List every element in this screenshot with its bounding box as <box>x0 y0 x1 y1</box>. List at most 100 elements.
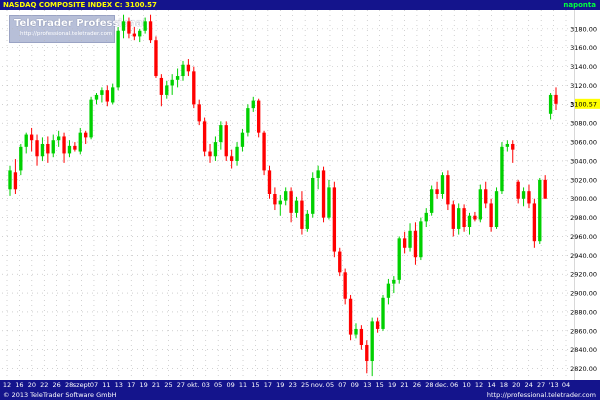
x-tick-label: 21 <box>400 381 408 389</box>
candle-body <box>121 21 126 31</box>
x-tick-label: 20 <box>28 381 36 389</box>
candle-body <box>89 99 93 138</box>
candle-body <box>327 187 331 218</box>
x-tick-label: 17 <box>264 381 272 389</box>
candle-body <box>159 77 164 95</box>
y-tick-label: 3020.00 <box>570 176 597 184</box>
x-tick-label: dec. <box>435 381 449 389</box>
candle-body <box>408 230 412 248</box>
candle-body <box>127 21 131 34</box>
candle-body <box>381 297 385 329</box>
candle-body <box>246 108 250 133</box>
y-tick-label: 2960.00 <box>570 233 597 241</box>
candle-body <box>143 21 147 31</box>
x-tick-label: okt. <box>187 381 199 389</box>
candle-body <box>338 251 342 273</box>
candle-body <box>273 194 277 205</box>
candle-body <box>278 200 282 205</box>
candle-body <box>300 200 304 229</box>
candle-body <box>40 143 45 157</box>
x-tick-label: 07 <box>338 381 346 389</box>
candle-body <box>78 132 82 152</box>
candle-body <box>365 344 369 362</box>
y-tick-label: 2980.00 <box>570 214 597 222</box>
y-tick-label: 3140.00 <box>570 63 597 71</box>
candle-body <box>489 203 493 228</box>
candle-body <box>392 279 396 284</box>
x-tick-label: 15 <box>376 381 384 389</box>
candle-body <box>29 134 34 141</box>
x-tick-label: szept <box>73 381 91 389</box>
candle-body <box>370 321 374 362</box>
x-tick-label: 24 <box>525 381 533 389</box>
x-tick-label: 16 <box>15 381 23 389</box>
candle-body <box>154 40 158 77</box>
x-tick-label: 12 <box>475 381 483 389</box>
candle-body <box>84 132 88 138</box>
candle-body <box>440 175 445 194</box>
candle-body <box>332 187 337 252</box>
candle-body <box>386 283 391 298</box>
candle-body <box>484 189 488 204</box>
x-tick-label: 23 <box>289 381 297 389</box>
y-tick-label: 2860.00 <box>570 327 597 335</box>
candle-body <box>181 64 185 77</box>
candle-body <box>19 146 23 171</box>
y-tick-label: 3120.00 <box>570 82 597 90</box>
candle-body <box>348 298 353 335</box>
candle-body <box>305 213 310 229</box>
x-tick-label: 11 <box>239 381 247 389</box>
y-tick-label: 3000.00 <box>570 195 597 203</box>
x-tick-label: 03 <box>202 381 210 389</box>
x-tick-label: 09 <box>351 381 359 389</box>
candle-body <box>175 76 180 80</box>
y-tick-label: 2820.00 <box>570 365 597 373</box>
candle-body <box>548 94 553 114</box>
x-tick-label: 15 <box>251 381 259 389</box>
candle-body <box>457 208 461 229</box>
candle-body <box>521 191 526 199</box>
x-tick-label: 05 <box>214 381 222 389</box>
candle-body <box>500 146 504 192</box>
x-tick-label: 27 <box>537 381 545 389</box>
x-tick-label: 22 <box>40 381 48 389</box>
candle-body <box>424 212 428 222</box>
candle-body <box>435 189 439 194</box>
x-tick-label: 04 <box>562 381 570 389</box>
x-tick-label: 25 <box>301 381 309 389</box>
x-tick-label: 19 <box>388 381 396 389</box>
x-tick-label: 05 <box>326 381 334 389</box>
candle-body <box>24 134 28 147</box>
candle-body <box>527 191 531 204</box>
candle-body <box>224 125 228 157</box>
x-tick-label: 13 <box>115 381 123 389</box>
candle-body <box>132 33 137 37</box>
candle-body <box>170 79 174 86</box>
candle-body <box>219 125 223 143</box>
candle-body <box>256 100 261 133</box>
y-tick-label: 2920.00 <box>570 271 597 279</box>
x-tick-label: 07 <box>90 381 98 389</box>
candle-body <box>321 170 326 218</box>
x-tick-label: 09 <box>226 381 234 389</box>
x-tick-label: 28 <box>425 381 433 389</box>
x-tick-label: '13 <box>549 381 559 389</box>
candle-body <box>413 230 418 258</box>
candle-body <box>262 132 266 171</box>
x-tick-label: 20 <box>512 381 520 389</box>
x-tick-label: 19 <box>276 381 284 389</box>
y-tick-label: 2880.00 <box>570 308 597 316</box>
candle-body <box>51 140 55 154</box>
candle-body <box>267 170 272 194</box>
candle-body <box>56 136 61 141</box>
candle-body <box>359 328 364 345</box>
candle-body <box>354 328 358 335</box>
candle-body <box>235 146 239 161</box>
candle-body <box>62 136 66 154</box>
candle-body <box>100 90 104 95</box>
x-tick-label: 18 <box>500 381 508 389</box>
candlestick-chart: 2820.00 2840.00 2860.00 2880.00 2900.00 2920.… <box>2 10 600 389</box>
candle-body <box>419 221 423 258</box>
candle-body <box>375 321 380 329</box>
y-tick-label: 2940.00 <box>570 252 597 260</box>
